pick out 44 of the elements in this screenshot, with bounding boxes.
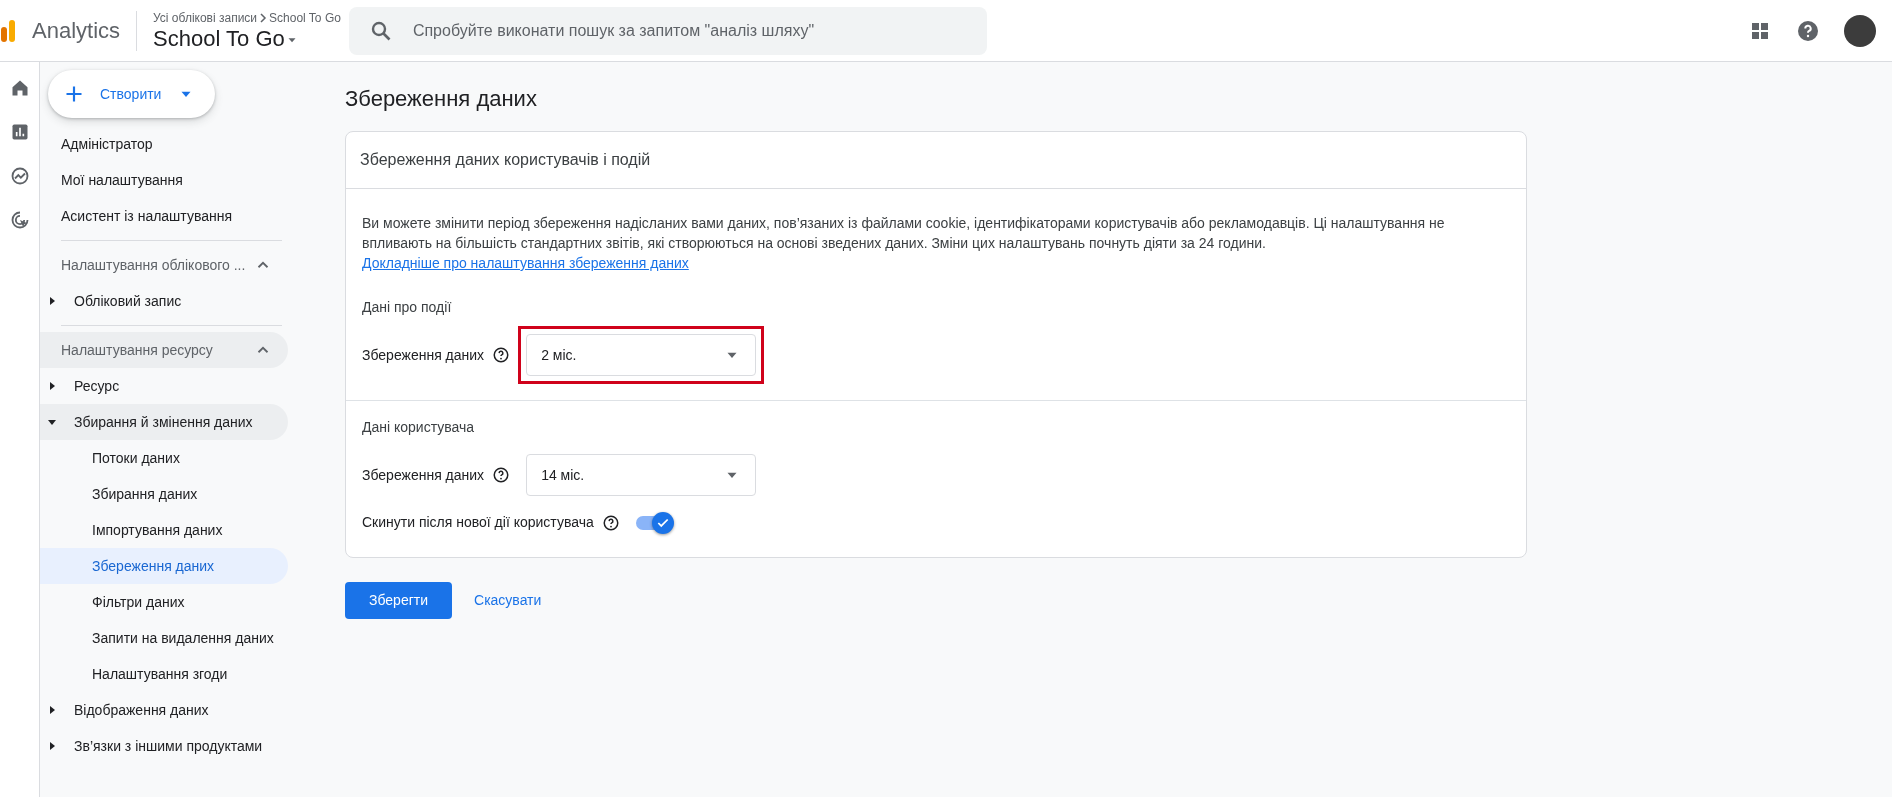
sidebar-group[interactable]: Відображення даних — [40, 692, 288, 728]
cursor-target-icon[interactable] — [9, 210, 30, 230]
breadcrumb-current: School To Go — [269, 10, 341, 28]
create-button[interactable]: Створити — [48, 70, 216, 118]
sidebar-item[interactable]: Асистент із налаштування — [40, 198, 288, 234]
help-icon[interactable] — [1796, 18, 1820, 43]
sidebar-group[interactable]: Ресурс — [40, 368, 288, 404]
help-icon[interactable] — [601, 513, 620, 532]
sidebar-section-header[interactable]: Налаштування облікового ... — [40, 247, 288, 283]
field-label: Збереження даних — [362, 465, 485, 485]
help-icon[interactable] — [492, 346, 511, 364]
sidebar-group[interactable]: Зв’язки з іншими продуктами — [40, 728, 288, 764]
retention-dropdown[interactable]: 2 міс. — [526, 334, 757, 376]
sidebar-item[interactable]: Потоки даних — [40, 440, 288, 476]
sidebar-item[interactable]: Збереження даних — [40, 548, 288, 584]
plus-icon — [64, 84, 84, 104]
description-text: Ви можете змінити період збереження надісланих вами даних, пов’язаних із файлами cookie, ідентифікаторами користувачів або рекламодавців. Ці налаштування не впливають на більшість стандартних звітів, які створюються на основі зведених даних. Зміни цих налаштувань почнуть діяти за 24 години. Докладніше про налаштування збереження даних — [361, 214, 1446, 273]
sidebar-item[interactable]: Імпортування даних — [40, 512, 288, 548]
sidebar-item[interactable]: Мої налаштування — [40, 162, 288, 198]
sidebar-item[interactable]: Запити на видалення даних — [40, 620, 288, 656]
sidebar-item[interactable]: Фільтри даних — [40, 584, 288, 620]
sidebar-item[interactable]: Збирання даних — [40, 476, 288, 512]
field-label: Збереження даних — [362, 345, 485, 365]
retention-dropdown[interactable]: 14 міс. — [526, 454, 757, 496]
save-button[interactable]: Зберегти — [345, 582, 452, 619]
sidebar-group[interactable]: Обліковий запис — [40, 283, 288, 319]
trend-chart-icon[interactable] — [9, 166, 30, 186]
learn-more-link[interactable]: Докладніше про налаштування збереження даних — [362, 255, 689, 271]
property-selector[interactable]: School To Go — [153, 27, 341, 52]
sidebar-item[interactable]: Налаштування згоди — [40, 656, 288, 692]
help-icon[interactable] — [492, 466, 511, 484]
card-title: Збереження даних користувачів і подій — [346, 132, 1526, 189]
cancel-button[interactable]: Скасувати — [468, 589, 548, 612]
avatar[interactable] — [1844, 14, 1876, 47]
page-title: Збереження даних — [345, 85, 538, 113]
section-heading: Дані про події — [362, 298, 453, 317]
search-field[interactable]: Спробуйте виконати пошук за запитом "аналіз шляху" — [348, 6, 987, 55]
sidebar-item[interactable]: Адміністратор — [40, 126, 288, 162]
sidebar-section-header[interactable]: Налаштування ресурсу — [40, 332, 288, 368]
toggle-label: Скинути після нової дії користувача — [362, 513, 594, 532]
section-heading: Дані користувача — [362, 418, 476, 437]
breadcrumb-link[interactable]: Усі облікові записи — [153, 9, 258, 28]
product-name: Analytics — [32, 17, 121, 45]
sidebar-group[interactable]: Збирання й змінення даних — [40, 404, 288, 440]
